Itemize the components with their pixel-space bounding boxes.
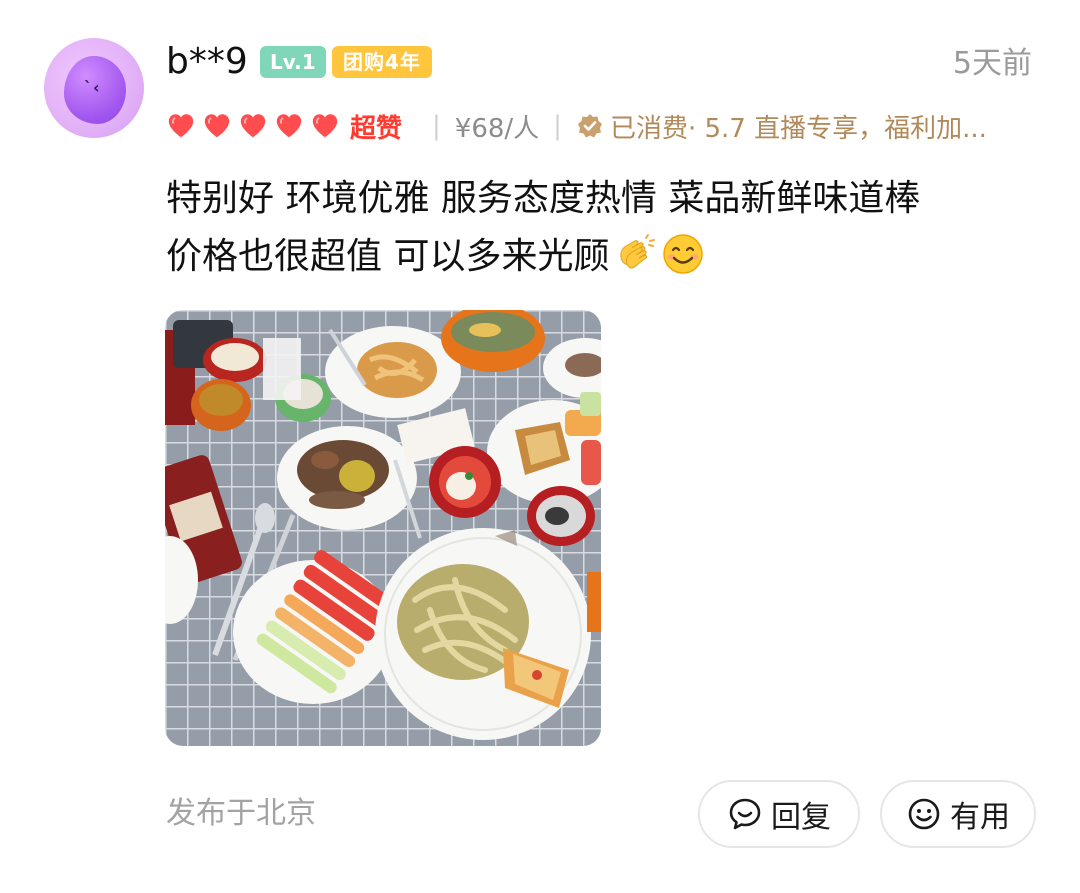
review-timestamp: 5天前 [952, 46, 1032, 81]
review-text-line: 价格也很超值 可以多来光顾 [166, 236, 610, 277]
group-purchase-badge: 团购4年 [332, 46, 432, 78]
avatar[interactable]: ˋ‹ [44, 38, 144, 138]
useful-label: 有用 [950, 800, 1010, 835]
review-content[interactable]: 特别好 环境优雅 服务态度热情 菜品新鲜味道棒 价格也很超值 可以多来光顾 [166, 170, 1046, 286]
avatar-face: ˋ‹ [84, 78, 101, 97]
smiley-icon [908, 798, 940, 830]
heart-icon [168, 114, 194, 138]
review-text-line-2: 价格也很超值 可以多来光顾 [166, 228, 1046, 286]
chat-bubble-icon [729, 798, 761, 830]
smiling-face-emoji [663, 234, 704, 274]
reply-button[interactable]: 回复 [698, 780, 860, 848]
price-per-person: ¥68/人 [454, 113, 540, 144]
reply-label: 回复 [771, 800, 831, 835]
rating-label: 超赞 [350, 113, 403, 144]
heart-icon [276, 114, 302, 138]
heart-icon [240, 114, 266, 138]
review-text-line: 特别好 环境优雅 服务态度热情 菜品新鲜味道棒 [166, 178, 921, 219]
rating-hearts [166, 111, 340, 141]
rating-row: 超赞 | ¥68/人 | 已消费 · 5.7 直播专享，福利加... [166, 104, 987, 148]
heart-icon [204, 114, 230, 138]
food-photo-illustration [165, 310, 601, 746]
username[interactable]: b**9 [166, 38, 248, 86]
level-badge: Lv.1 [260, 46, 326, 78]
review-photo[interactable] [165, 310, 601, 746]
verified-badge-icon [577, 114, 602, 138]
consumed-deal-detail[interactable]: · 5.7 直播专享，福利加... [688, 108, 987, 145]
consumed-label: 已消费 [609, 113, 688, 144]
divider: | [432, 111, 441, 141]
divider: | [553, 111, 562, 141]
useful-button[interactable]: 有用 [880, 780, 1036, 848]
post-location: 发布于北京 [166, 796, 316, 831]
clapping-hands-emoji [620, 234, 656, 269]
heart-icon [312, 114, 338, 138]
